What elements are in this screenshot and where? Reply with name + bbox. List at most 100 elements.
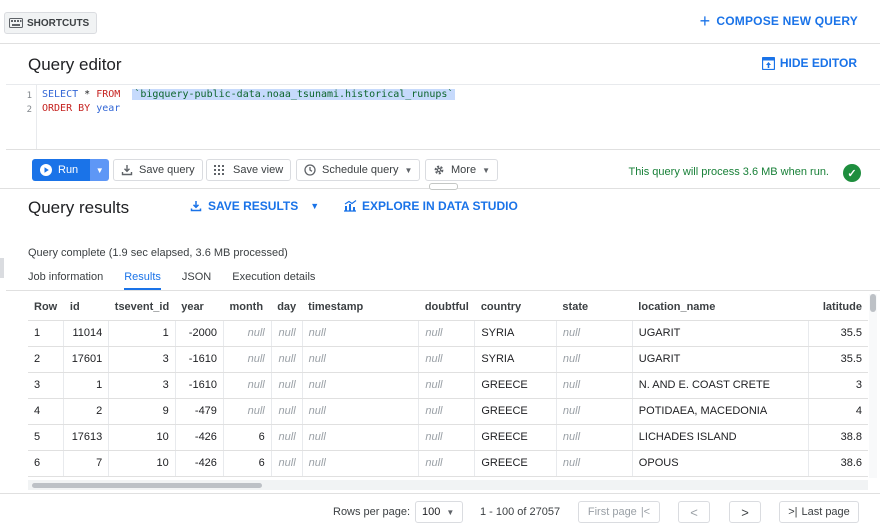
table-cell: null bbox=[555, 320, 633, 347]
download-icon bbox=[121, 165, 133, 176]
sql-code[interactable]: SELECT * FROM `bigquery-public-data.noaa… bbox=[42, 88, 456, 116]
check-circle-icon: ✓ bbox=[843, 164, 861, 182]
table-cell: null bbox=[301, 450, 419, 477]
download-icon bbox=[190, 201, 202, 212]
table-cell: 3 bbox=[28, 372, 64, 399]
vertical-scroll-thumb[interactable] bbox=[870, 294, 876, 312]
run-button[interactable]: Run bbox=[32, 159, 91, 181]
horizontal-scroll-thumb[interactable] bbox=[32, 483, 262, 488]
hide-editor-button[interactable]: HIDE EDITOR bbox=[761, 56, 857, 70]
table-cell: 10 bbox=[108, 450, 176, 477]
compose-new-query-button[interactable]: + COMPOSE NEW QUERY bbox=[699, 11, 858, 31]
table-cell: 4 bbox=[28, 398, 64, 425]
rows-per-page-select[interactable]: 100 ▼ bbox=[415, 501, 463, 523]
plus-icon: + bbox=[699, 11, 711, 31]
tab-results[interactable]: Results bbox=[124, 271, 161, 290]
tab-job-information[interactable]: Job information bbox=[28, 271, 103, 290]
shortcuts-label: SHORTCUTS bbox=[27, 17, 90, 29]
tab-json[interactable]: JSON bbox=[182, 271, 211, 290]
table-cell: 1 bbox=[63, 372, 109, 399]
save-results-button[interactable]: SAVE RESULTS ▼ bbox=[190, 199, 319, 213]
save-query-button[interactable]: Save query bbox=[113, 159, 203, 181]
table-cell: -1610 bbox=[174, 346, 224, 373]
table-cell: null bbox=[555, 346, 633, 373]
table-cell: 17601 bbox=[63, 346, 109, 373]
horizontal-scrollbar[interactable] bbox=[28, 480, 868, 490]
tab-execution-details[interactable]: Execution details bbox=[232, 271, 315, 290]
column-header[interactable]: tsevent_id bbox=[108, 294, 176, 321]
sql-editor[interactable]: 1 2 SELECT * FROM `bigquery-public-data.… bbox=[6, 84, 880, 150]
table-cell: UGARIT bbox=[631, 346, 809, 373]
bytes-processed-estimate: This query will process 3.6 MB when run. bbox=[628, 166, 829, 178]
table-row[interactable]: 4 2 9 -479 null null null null GREECE null POTIDAE… bbox=[28, 398, 868, 425]
table-cell: 6 bbox=[222, 450, 272, 477]
table-cell: null bbox=[222, 320, 272, 347]
table-cell: 3 bbox=[808, 372, 868, 399]
play-icon bbox=[40, 164, 52, 176]
run-options-dropdown[interactable]: ▼ bbox=[90, 159, 110, 181]
table-cell: -426 bbox=[174, 424, 224, 451]
column-header[interactable]: country bbox=[474, 294, 557, 321]
query-editor-title: Query editor bbox=[28, 55, 122, 74]
keyword-order-by: ORDER BY bbox=[42, 103, 91, 114]
previous-page-button[interactable]: < bbox=[678, 501, 710, 523]
table-cell: null bbox=[270, 320, 303, 347]
table-row[interactable]: 3 1 3 -1610 null null null null GREECE null N. AND… bbox=[28, 372, 868, 399]
line-number: 2 bbox=[26, 105, 32, 115]
schedule-query-label: Schedule query bbox=[322, 164, 399, 176]
more-label: More bbox=[451, 164, 477, 176]
table-row[interactable]: 6 7 10 -426 6 null null null GREECE null OPOUS 38.6 bbox=[28, 450, 868, 477]
table-row[interactable]: 2 17601 3 -1610 null null null null SYRIA null UGA… bbox=[28, 346, 868, 373]
pagination-bar: Rows per page: 100 ▼ 1 - 100 of 27057 Fi… bbox=[0, 493, 880, 529]
table-cell: null bbox=[555, 372, 633, 399]
column-header[interactable]: timestamp bbox=[302, 294, 419, 321]
column-header[interactable]: Row bbox=[28, 294, 64, 321]
caret-down-icon: ▼ bbox=[446, 507, 455, 517]
table-cell: null bbox=[418, 398, 475, 425]
explore-label: EXPLORE IN DATA STUDIO bbox=[362, 199, 518, 213]
table-row[interactable]: 1 11014 1 -2000 null null null null SYRIA null UGA… bbox=[28, 320, 868, 347]
save-view-button[interactable]: Save view bbox=[206, 159, 292, 181]
table-cell: POTIDAEA, MACEDONIA bbox=[631, 398, 809, 425]
table-cell: 38.8 bbox=[808, 424, 868, 451]
table-cell: 11014 bbox=[63, 320, 109, 347]
column-header[interactable]: id bbox=[63, 294, 109, 321]
first-page-label: First page bbox=[587, 506, 637, 518]
more-button[interactable]: More ▼ bbox=[425, 159, 498, 181]
last-page-button[interactable]: >| Last page bbox=[779, 501, 859, 523]
table-cell: null bbox=[418, 320, 475, 347]
save-query-label: Save query bbox=[139, 164, 195, 176]
schedule-query-button[interactable]: Schedule query ▼ bbox=[296, 159, 421, 181]
column-header[interactable]: day bbox=[271, 294, 303, 321]
column-header[interactable]: doubtful bbox=[418, 294, 475, 321]
table-row[interactable]: 5 17613 10 -426 6 null null null GREECE null LICHA… bbox=[28, 424, 868, 451]
column-header[interactable]: state bbox=[556, 294, 633, 321]
column-header[interactable]: year bbox=[175, 294, 224, 321]
table-cell: 3 bbox=[108, 346, 176, 373]
column-header[interactable]: latitude bbox=[808, 294, 868, 321]
header-row: Row id tsevent_id year month day timesta… bbox=[28, 294, 868, 321]
table-cell: null bbox=[222, 346, 272, 373]
column-header[interactable]: location_name bbox=[632, 294, 809, 321]
column-header[interactable]: month bbox=[223, 294, 272, 321]
first-page-button[interactable]: First page |< bbox=[578, 501, 660, 523]
table-cell: null bbox=[301, 320, 419, 347]
resize-handle[interactable] bbox=[429, 183, 458, 190]
chart-icon bbox=[344, 200, 357, 212]
shortcuts-button[interactable]: SHORTCUTS bbox=[4, 12, 98, 34]
table-cell: SYRIA bbox=[474, 346, 557, 373]
results-table: Row id tsevent_id year month day timesta… bbox=[28, 294, 868, 477]
vertical-scrollbar[interactable] bbox=[869, 294, 877, 478]
table-cell: null bbox=[418, 424, 475, 451]
explore-data-studio-button[interactable]: EXPLORE IN DATA STUDIO bbox=[343, 199, 518, 213]
table-cell: null bbox=[222, 398, 272, 425]
table-cell: LICHADES ISLAND bbox=[631, 424, 809, 451]
caret-down-icon: ▼ bbox=[95, 165, 104, 175]
line-number: 1 bbox=[26, 91, 32, 101]
code-line-2: ORDER BY year bbox=[42, 102, 455, 116]
last-page-label: Last page bbox=[801, 506, 850, 518]
table-cell: 17613 bbox=[63, 424, 109, 451]
next-page-button[interactable]: > bbox=[729, 501, 761, 523]
table-cell: null bbox=[222, 372, 272, 399]
order-field: year bbox=[96, 103, 121, 114]
